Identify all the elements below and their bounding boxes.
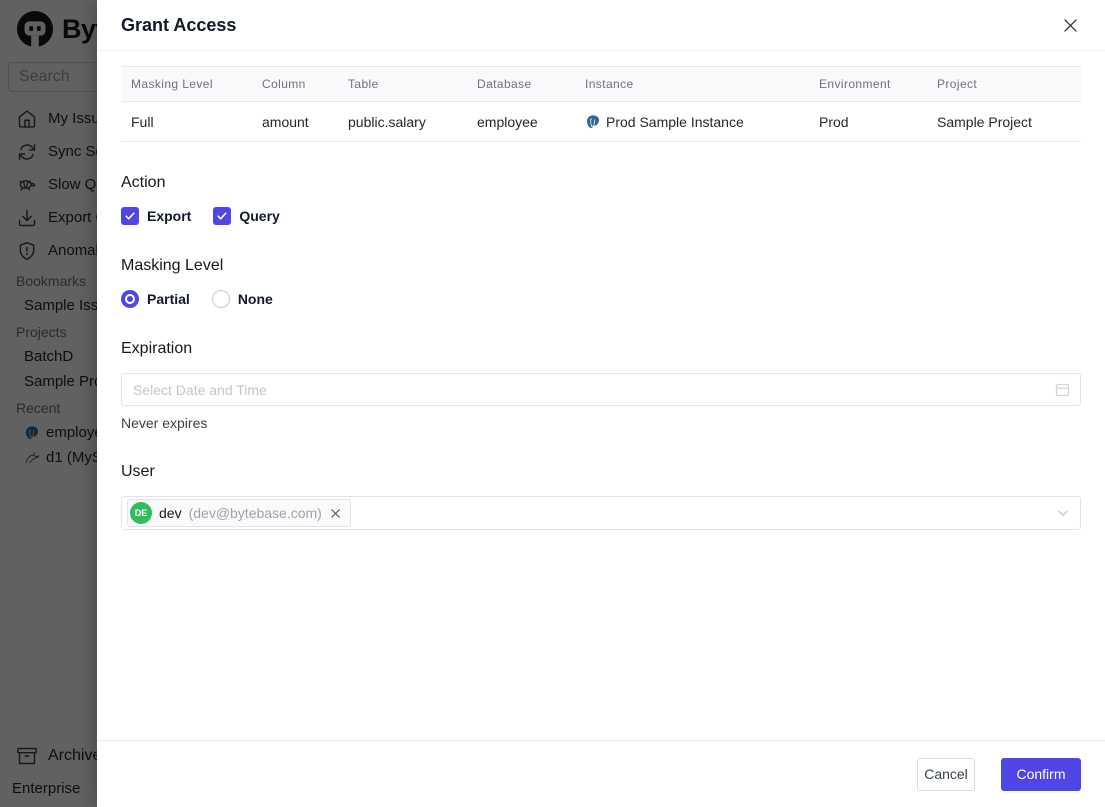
remove-x-icon xyxy=(331,508,340,518)
grant-table: Masking Level Column Table Database Inst… xyxy=(121,66,1081,142)
remove-user-button[interactable] xyxy=(329,507,342,520)
close-button[interactable] xyxy=(1057,12,1083,38)
action-heading: Action xyxy=(121,174,166,191)
masking-level-section: Masking Level Partial None xyxy=(121,257,1081,308)
modal-footer: Cancel Confirm xyxy=(97,740,1105,807)
table-header-row: Masking Level Column Table Database Inst… xyxy=(121,66,1081,102)
checkbox-checked-icon xyxy=(121,207,139,225)
col-header-environment: Environment xyxy=(819,77,891,91)
cell-environment: Prod xyxy=(819,113,849,130)
export-checkbox[interactable]: Export xyxy=(121,207,191,225)
cell-column: amount xyxy=(262,113,309,130)
query-label: Query xyxy=(239,208,280,224)
calendar-icon[interactable] xyxy=(1054,381,1071,398)
col-header-column: Column xyxy=(262,77,306,91)
none-radio[interactable]: None xyxy=(211,290,273,308)
avatar: DE xyxy=(130,502,152,524)
confirm-button[interactable]: Confirm xyxy=(1001,757,1081,791)
user-heading: User xyxy=(121,463,155,480)
col-header-masking-level: Masking Level xyxy=(131,77,213,91)
radio-selected-icon xyxy=(121,290,139,308)
expiration-heading: Expiration xyxy=(121,340,193,357)
col-header-project: Project xyxy=(937,77,978,91)
user-name: dev xyxy=(159,505,182,521)
postgres-icon xyxy=(587,114,599,128)
none-label: None xyxy=(237,291,273,307)
partial-label: Partial xyxy=(147,291,190,307)
cell-project: Sample Project xyxy=(937,113,1032,130)
radio-unselected-icon xyxy=(211,290,230,308)
masking-level-heading: Masking Level xyxy=(121,257,224,274)
grant-access-modal: Grant Access Masking Level Column Table … xyxy=(97,0,1105,807)
checkbox-checked-icon xyxy=(213,207,232,225)
user-select[interactable]: DE dev (dev@bytebase.com) xyxy=(121,496,1081,530)
user-email: (dev@bytebase.com) xyxy=(188,505,322,521)
instance-name: Prod Sample Instance xyxy=(606,113,744,130)
expiration-section: Expiration Never expires xyxy=(121,340,1081,431)
modal-header: Grant Access xyxy=(97,0,1105,51)
cancel-button[interactable]: Cancel xyxy=(917,757,975,791)
close-icon xyxy=(1063,18,1077,32)
query-checkbox[interactable]: Query xyxy=(213,207,280,225)
cell-masking-level: Full xyxy=(131,113,154,130)
table-row: Full amount public.salary employee Prod … xyxy=(121,102,1081,142)
export-label: Export xyxy=(147,208,192,224)
partial-radio[interactable]: Partial xyxy=(121,290,190,308)
cell-table: public.salary xyxy=(348,113,426,130)
chevron-down-icon xyxy=(1058,510,1068,516)
selected-user-tag: DE dev (dev@bytebase.com) xyxy=(127,499,351,527)
col-header-instance: Instance xyxy=(585,77,634,91)
cell-database: employee xyxy=(477,113,538,130)
cell-instance: Prod Sample Instance xyxy=(575,102,809,142)
never-expires-note: Never expires xyxy=(121,415,208,431)
col-header-database: Database xyxy=(477,77,532,91)
col-header-table: Table xyxy=(348,77,379,91)
user-section: User DE dev (dev@bytebase.com) xyxy=(121,463,1081,530)
action-section: Action Export Query xyxy=(121,174,1081,225)
modal-title: Grant Access xyxy=(121,14,237,35)
expiration-date-input[interactable] xyxy=(121,373,1081,406)
